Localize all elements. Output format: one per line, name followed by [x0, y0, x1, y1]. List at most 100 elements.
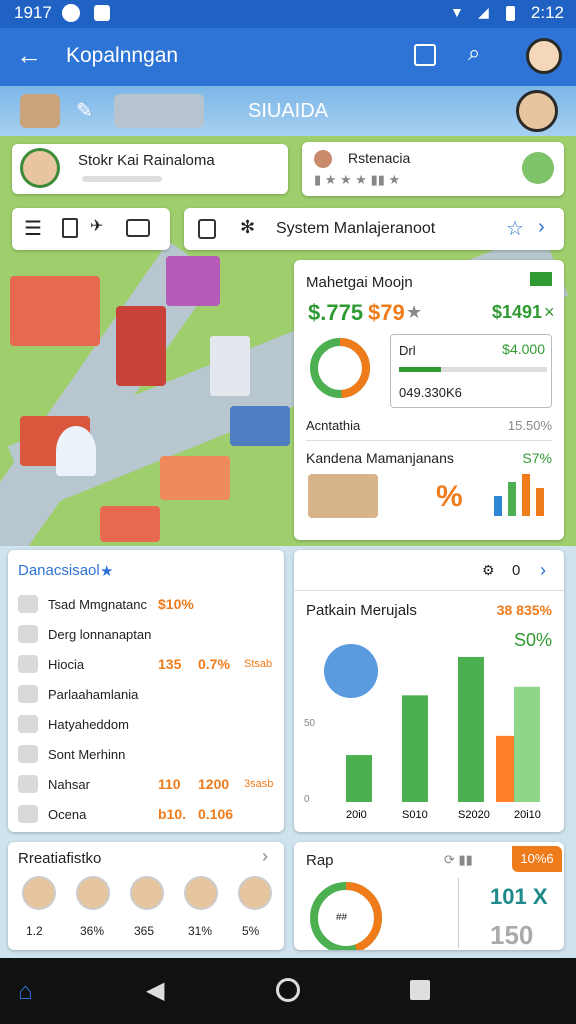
edit-icon: ✎ [76, 100, 93, 122]
avatar[interactable] [184, 876, 218, 910]
divider [294, 590, 564, 591]
avatar[interactable] [22, 876, 56, 910]
summary-bar-fill [399, 367, 441, 372]
mini-bar-chart [494, 474, 544, 516]
back-icon[interactable]: ◀ [146, 976, 164, 1005]
refresh-icon[interactable]: ⟳ ▮▮ [444, 852, 473, 868]
star-icon: ★ [406, 302, 423, 322]
chevron-right-icon[interactable]: › [262, 846, 268, 867]
status-bar: 1917 ▼ ◢ 2:12 [0, 0, 576, 28]
list-item-icon [18, 715, 38, 733]
avatar-label: 5% [242, 924, 260, 938]
tools-icon [114, 94, 204, 128]
pin-icon[interactable]: ✈ [90, 216, 103, 236]
list-item[interactable]: Parlaahamlania [18, 680, 288, 708]
stat-value-2: $79 [368, 300, 405, 325]
summary-sub: 049.330K6 [399, 385, 462, 400]
avatar-label: 36% [80, 924, 105, 938]
stat-value-3: $1491 [492, 302, 543, 322]
calendar-icon[interactable] [198, 219, 216, 239]
home-circle-icon[interactable] [276, 978, 300, 1002]
x-tick-label: 20i10 [514, 809, 541, 821]
list-item-icon [18, 685, 38, 703]
avatar[interactable] [130, 876, 164, 910]
list-item[interactable]: Sont Merhinn [18, 740, 288, 768]
home-icon[interactable]: ⌂ [18, 978, 33, 1006]
app-title: Kopalnngan [66, 44, 179, 67]
app-bar: ← Kopalnngan ⌕ [0, 28, 576, 86]
chevron-right-icon[interactable]: › [540, 560, 546, 581]
rating-icons: ▮ ★ ★ ★ ▮▮ ★ [314, 172, 401, 187]
list-item-value: 135 [158, 656, 182, 672]
settings-icon[interactable]: ✻ [240, 217, 255, 238]
row-label: Acntathia [306, 418, 361, 433]
battery-icon [506, 6, 515, 21]
recents-icon[interactable] [410, 980, 430, 1000]
summary-label: Drl [399, 343, 416, 358]
building [10, 276, 100, 346]
close-icon: × [544, 302, 555, 322]
building [230, 406, 290, 446]
divider [458, 878, 459, 948]
chevron-right-icon[interactable]: › [538, 216, 545, 239]
user-name: Stokr Kai Rainaloma [78, 152, 215, 169]
profile-avatar[interactable] [516, 90, 558, 132]
list-item-label: Ocena [48, 806, 87, 822]
list-item-extra: 0.106 [198, 806, 234, 822]
avatar-label: 1.2 [26, 924, 43, 938]
search-icon[interactable]: ⌕ [468, 40, 480, 66]
list-item-amount: 3sasb [244, 778, 274, 790]
row-value: 15.50% [507, 418, 552, 433]
menu-icon[interactable]: ☰ [24, 216, 42, 241]
bar [346, 755, 372, 802]
list-item-value: $10% [158, 596, 194, 612]
list-item[interactable]: Derg lonnanaptan [18, 620, 288, 648]
section-title: Kandena Mamanjanans [306, 450, 454, 466]
avatar[interactable] [238, 876, 272, 910]
avatars-title: Rreatiafistko [18, 850, 102, 867]
summary-card: Rap ⟳ ▮▮ 10%6 ## 101 X 150 [294, 842, 564, 950]
app-icon [94, 5, 110, 21]
list-item-label: Hiocia [48, 656, 85, 672]
building [210, 336, 250, 396]
list-item-label: Derg lonnanaptan [48, 626, 152, 642]
list-item[interactable]: Tsad Mmgnatanc $10% [18, 590, 288, 618]
donut-label: ## [336, 912, 348, 923]
stats-title: Mahetgai Moojn [306, 274, 413, 291]
list-item-value: b10. [158, 806, 187, 822]
chart-header-value: 0 [512, 562, 521, 579]
y-tick-label: 0 [304, 794, 310, 805]
user-avatar [20, 148, 60, 188]
wifi-icon: ▼ [450, 4, 464, 20]
banner: ✎ SIUAIDA [0, 86, 576, 136]
list-item-icon [18, 595, 38, 613]
list-item[interactable]: Ocena b10. 0.106 [18, 800, 288, 828]
avatar[interactable] [76, 876, 110, 910]
save-icon[interactable] [414, 44, 436, 66]
document-icon[interactable] [62, 218, 78, 238]
list-item[interactable]: Hatyaheddom [18, 710, 288, 738]
user-card[interactable]: Stokr Kai Rainaloma [12, 144, 288, 194]
bar-chart: 20i0 S010 S2020 20i10 50 0 [304, 656, 541, 821]
stats-card: Mahetgai Moojn $.775 $79 ★ $1491 × Drl $… [294, 260, 564, 540]
list-item[interactable]: Hiocia 135 0.7% Stsab [18, 650, 288, 678]
list-item-label: Parlaahamlania [48, 686, 139, 702]
back-arrow-icon[interactable]: ← [16, 40, 42, 71]
list-item-icon [18, 625, 38, 643]
list-item-label: Nahsar [48, 776, 90, 792]
bar [402, 695, 428, 802]
info-card[interactable]: Rstenacia ▮ ★ ★ ★ ▮▮ ★ [302, 142, 564, 196]
avatars-card: Rreatiafistko › 1.2 36% 365 31% 5% [8, 842, 284, 950]
filter-icon[interactable]: ⚙ [482, 562, 495, 579]
donut-chart [310, 338, 370, 398]
avatar[interactable] [526, 38, 562, 74]
percent-icon: % [436, 480, 463, 513]
layers-icon[interactable] [126, 219, 150, 237]
list-item-icon [18, 775, 38, 793]
temple [116, 306, 166, 386]
list-item-label: Sont Merhinn [48, 746, 126, 762]
chart-card: ⚙ 0 › Patkain Merujals 38 835% S0% 20i0 S… [294, 550, 564, 832]
summary-card-title: Rap [306, 852, 334, 869]
list-item[interactable]: Nahsar 110 1200 3sasb [18, 770, 288, 798]
star-icon[interactable]: ☆ [506, 216, 524, 241]
